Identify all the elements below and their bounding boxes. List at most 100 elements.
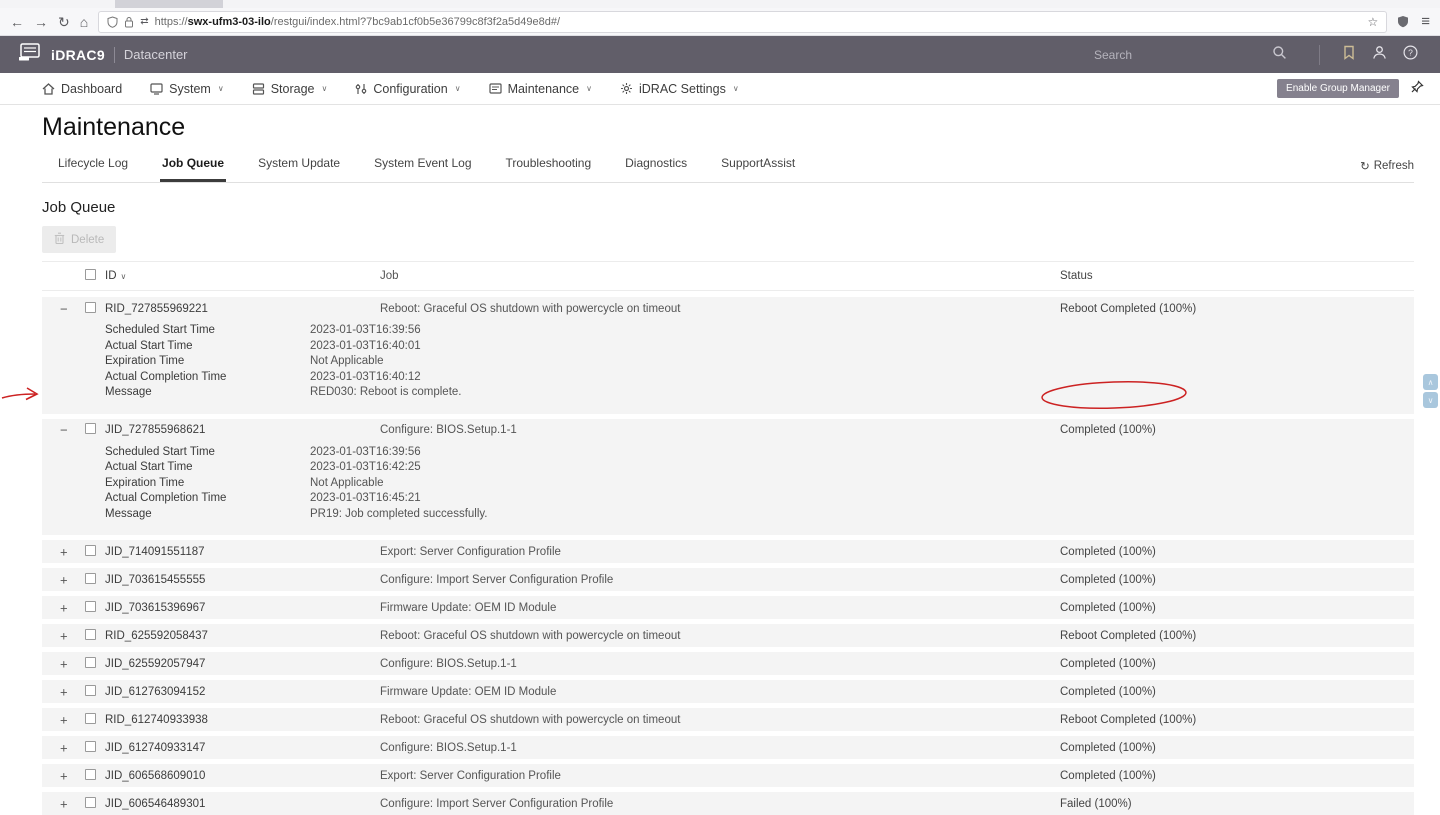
nav-item-configuration[interactable]: Configuration ∨ xyxy=(355,82,460,96)
nav-item-storage[interactable]: Storage ∨ xyxy=(252,82,328,96)
collapse-icon[interactable]: − xyxy=(60,301,76,316)
job-name: Reboot: Graceful OS shutdown with powerc… xyxy=(380,630,680,642)
job-id: JID_703615396967 xyxy=(105,602,205,614)
shield-icon[interactable] xyxy=(107,16,118,28)
enable-group-manager-button[interactable]: Enable Group Manager xyxy=(1277,79,1399,98)
tab-troubleshooting[interactable]: Troubleshooting xyxy=(504,152,594,182)
expand-icon[interactable]: + xyxy=(60,796,76,811)
table-row[interactable]: +JID_625592057947Configure: BIOS.Setup.1… xyxy=(42,652,1414,675)
bookmark-star-icon[interactable]: ☆ xyxy=(1367,16,1378,28)
table-row[interactable]: −RID_727855969221Reboot: Graceful OS shu… xyxy=(42,297,1414,320)
row-checkbox[interactable] xyxy=(85,601,96,612)
nav-item-system[interactable]: System ∨ xyxy=(150,82,224,96)
scroll-up-button[interactable]: ∧ xyxy=(1423,374,1438,390)
header-divider xyxy=(1319,45,1320,65)
detail-row: MessagePR19: Job completed successfully. xyxy=(42,508,1414,524)
tab-diagnostics[interactable]: Diagnostics xyxy=(623,152,689,182)
expand-icon[interactable]: + xyxy=(60,768,76,783)
column-header-id[interactable]: ID∨ xyxy=(105,270,126,282)
delete-button[interactable]: Delete xyxy=(42,226,116,253)
row-checkbox[interactable] xyxy=(85,685,96,696)
url-bar[interactable]: ⇄ https://swx-ufm3-03-ilo/restgui/index.… xyxy=(98,11,1387,33)
expand-icon[interactable]: + xyxy=(60,628,76,643)
expand-icon[interactable]: + xyxy=(60,572,76,587)
job-name: Firmware Update: OEM ID Module xyxy=(380,602,556,614)
collapse-icon[interactable]: − xyxy=(60,423,76,438)
scroll-down-button[interactable]: ∨ xyxy=(1423,392,1438,408)
page-title: Maintenance xyxy=(42,113,1414,142)
expand-icon[interactable]: + xyxy=(60,544,76,559)
job-id: JID_714091551187 xyxy=(105,546,205,558)
tab-system-update[interactable]: System Update xyxy=(256,152,342,182)
detail-row: MessageRED030: Reboot is complete. xyxy=(42,386,1414,402)
detail-row: Scheduled Start Time2023-01-03T16:39:56 xyxy=(42,446,1414,462)
tab-system-event-log[interactable]: System Event Log xyxy=(372,152,473,182)
detail-label: Actual Start Time xyxy=(105,340,193,352)
extension-shield-icon[interactable] xyxy=(1397,15,1409,28)
chevron-down-icon: ∨ xyxy=(321,84,327,93)
table-row[interactable]: +JID_606546489301Configure: Import Serve… xyxy=(42,792,1414,815)
row-checkbox[interactable] xyxy=(85,741,96,752)
nav-item-idrac-settings[interactable]: iDRAC Settings ∨ xyxy=(620,82,739,96)
nav-item-maintenance[interactable]: Maintenance ∨ xyxy=(489,82,592,96)
row-checkbox[interactable] xyxy=(85,797,96,808)
https-only-icon[interactable]: ⇄ xyxy=(140,17,148,27)
refresh-label: Refresh xyxy=(1374,160,1414,172)
row-checkbox[interactable] xyxy=(85,573,96,584)
table-row[interactable]: + JID_703615396967 Firmware Update: OEM ID… xyxy=(42,596,1414,619)
help-icon[interactable]: ? xyxy=(1403,45,1418,65)
refresh-button[interactable]: ↻ Refresh xyxy=(1360,159,1414,182)
browser-tab-fragment[interactable] xyxy=(115,0,223,8)
brand-edition: Datacenter xyxy=(124,47,188,62)
table-row[interactable]: + JID_606568609010 Export: Server Configur… xyxy=(42,764,1414,787)
row-checkbox[interactable] xyxy=(85,423,96,434)
detail-label: Scheduled Start Time xyxy=(105,324,215,336)
expand-icon[interactable]: + xyxy=(60,656,76,671)
bookmark-tag-icon[interactable] xyxy=(1342,45,1356,65)
row-checkbox[interactable] xyxy=(85,769,96,780)
reload-button[interactable]: ↻ xyxy=(58,15,70,29)
table-row[interactable]: −JID_727855968621Configure: BIOS.Setup.1… xyxy=(42,419,1414,442)
search-input[interactable] xyxy=(1092,47,1232,63)
tab-supportassist[interactable]: SupportAssist xyxy=(719,152,797,182)
detail-value: 2023-01-03T16:45:21 xyxy=(310,492,421,504)
storage-icon xyxy=(252,83,265,95)
table-row[interactable]: +JID_612763094152Firmware Update: OEM ID… xyxy=(42,680,1414,703)
table-row[interactable]: +JID_612740933147Configure: BIOS.Setup.1… xyxy=(42,736,1414,759)
user-icon[interactable] xyxy=(1372,45,1387,65)
row-checkbox[interactable] xyxy=(85,657,96,668)
detail-label: Expiration Time xyxy=(105,355,184,367)
expand-icon[interactable]: + xyxy=(60,684,76,699)
pin-icon[interactable] xyxy=(1411,80,1424,98)
table-row[interactable]: +RID_625592058437Reboot: Graceful OS shu… xyxy=(42,624,1414,647)
menu-hamburger-icon[interactable]: ≡ xyxy=(1421,14,1430,29)
expand-icon[interactable]: + xyxy=(60,740,76,755)
tab-lifecycle-log[interactable]: Lifecycle Log xyxy=(56,152,130,182)
row-checkbox[interactable] xyxy=(85,713,96,724)
home-button[interactable]: ⌂ xyxy=(80,15,88,29)
job-row-group: + JID_606568609010 Export: Server Configur… xyxy=(42,764,1414,787)
row-checkbox[interactable] xyxy=(85,545,96,556)
system-icon xyxy=(150,83,163,95)
table-row[interactable]: +JID_703615455555Configure: Import Serve… xyxy=(42,568,1414,591)
row-checkbox[interactable] xyxy=(85,302,96,313)
detail-value: 2023-01-03T16:39:56 xyxy=(310,446,421,458)
detail-row: Actual Completion Time2023-01-03T16:45:2… xyxy=(42,492,1414,508)
checkbox-cell xyxy=(85,629,96,643)
job-id: JID_606568609010 xyxy=(105,770,205,782)
select-all-checkbox[interactable] xyxy=(85,269,96,280)
expand-icon[interactable]: + xyxy=(60,712,76,727)
row-checkbox[interactable] xyxy=(85,629,96,640)
job-row-group: −JID_727855968621Configure: BIOS.Setup.1… xyxy=(42,419,1414,536)
nav-item-dashboard[interactable]: Dashboard xyxy=(42,82,122,96)
nav-label: Dashboard xyxy=(61,82,122,96)
forward-button[interactable]: → xyxy=(34,15,48,29)
back-button[interactable]: ← xyxy=(10,15,24,29)
search-icon[interactable] xyxy=(1272,45,1287,65)
table-row[interactable]: +RID_612740933938Reboot: Graceful OS shu… xyxy=(42,708,1414,731)
table-row[interactable]: +JID_714091551187Export: Server Configur… xyxy=(42,540,1414,563)
tab-job-queue[interactable]: Job Queue xyxy=(160,152,226,182)
job-name: Export: Server Configuration Profile xyxy=(380,770,561,782)
lock-icon[interactable] xyxy=(124,16,134,28)
expand-icon[interactable]: + xyxy=(60,600,76,615)
